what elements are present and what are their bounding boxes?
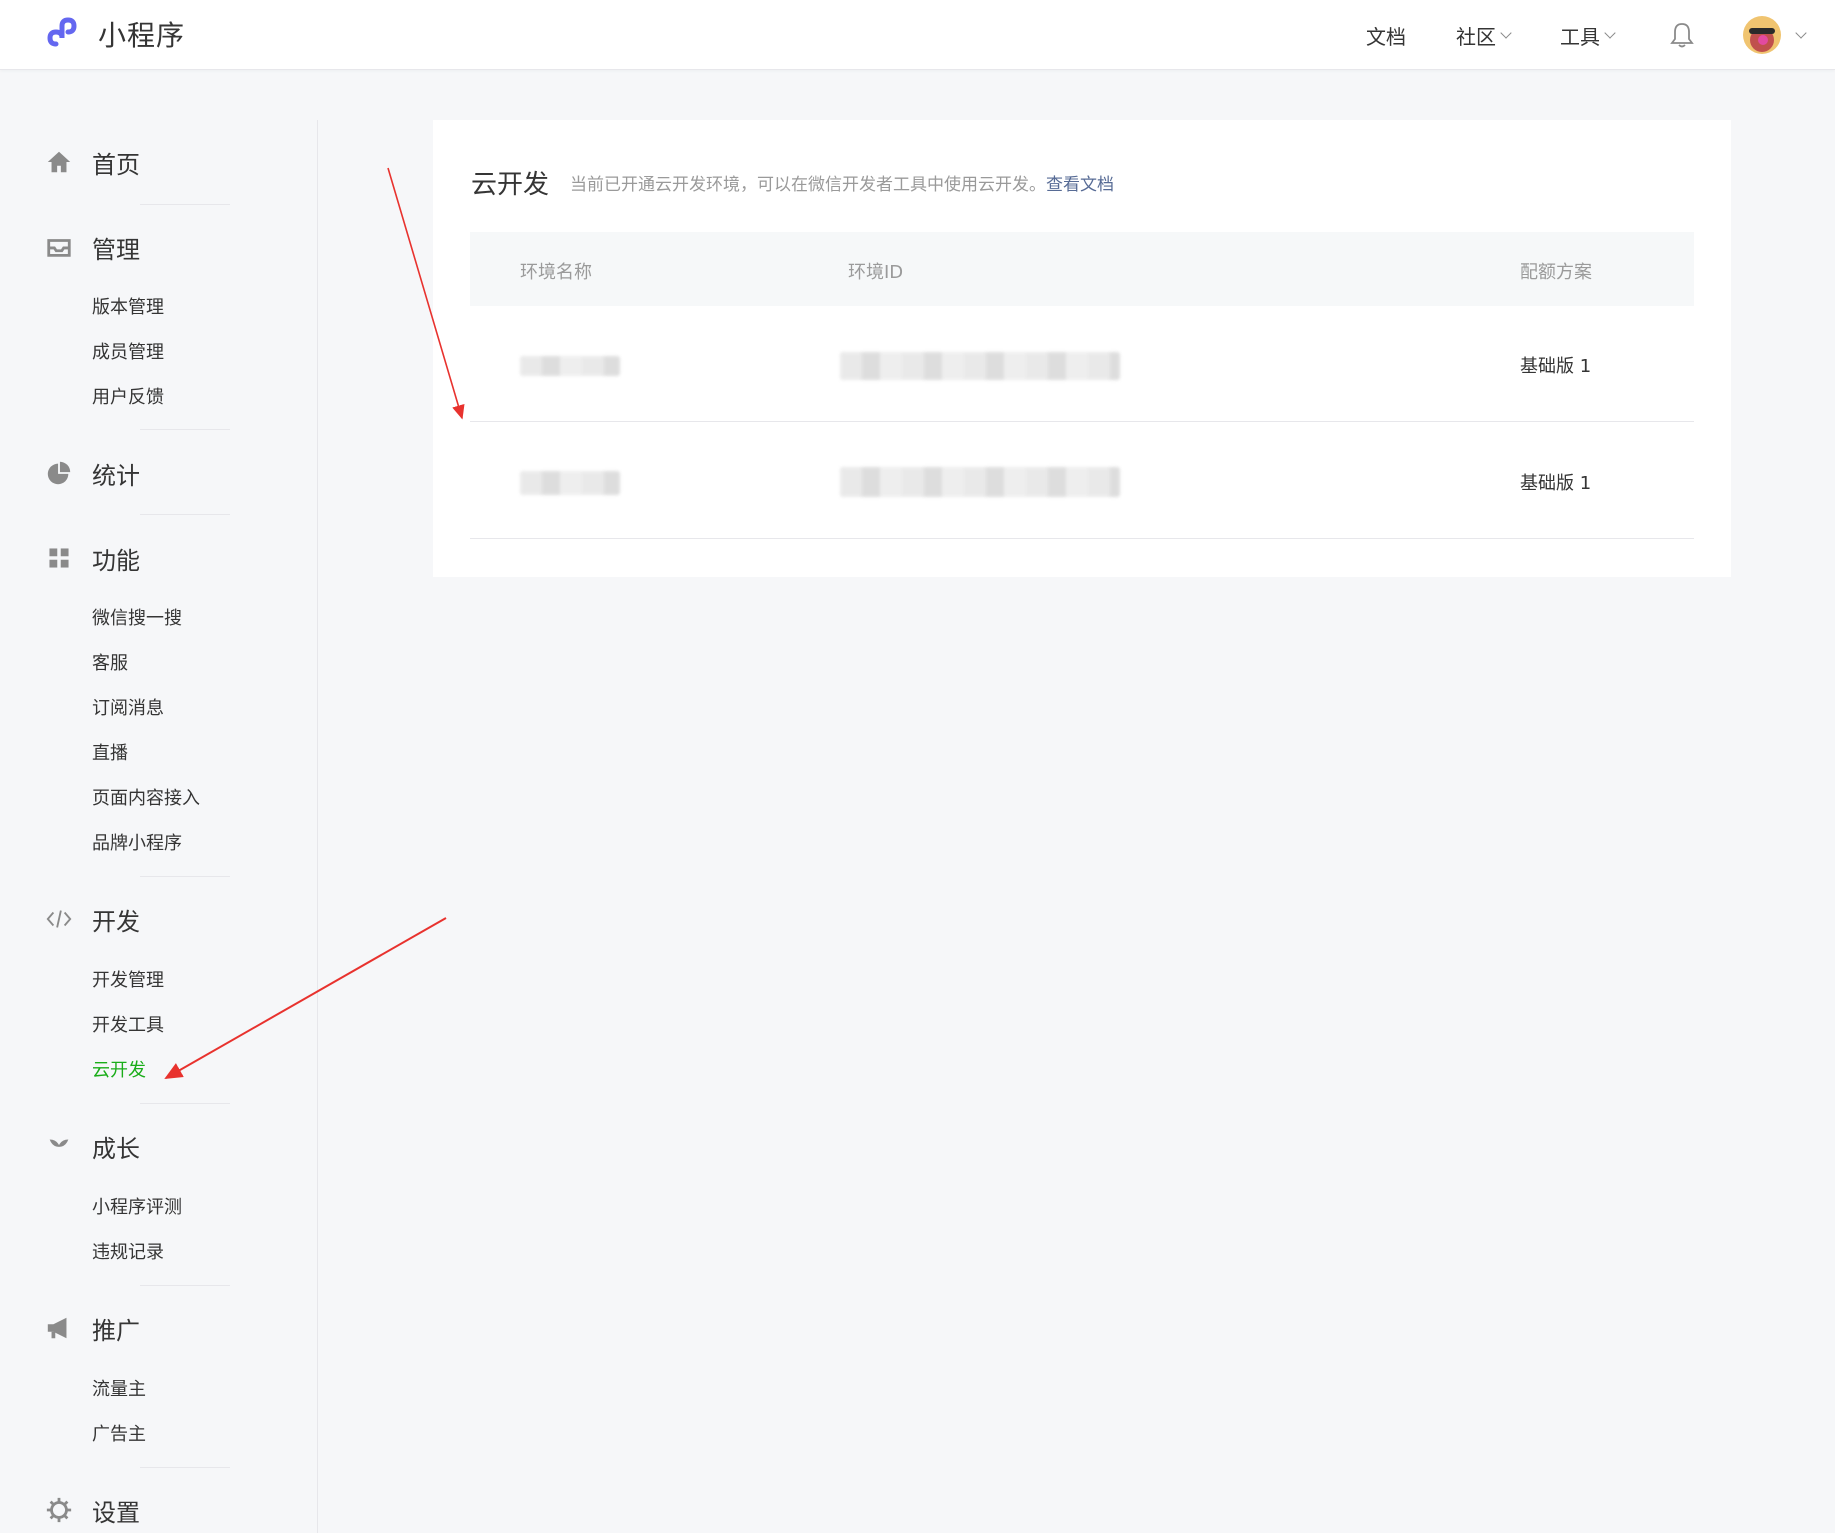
sidebar-item-subscribe-message[interactable]: 订阅消息 bbox=[92, 696, 164, 722]
sidebar-item-dev-tools[interactable]: 开发工具 bbox=[92, 1013, 164, 1039]
chevron-down-icon bbox=[1500, 26, 1512, 39]
sidebar: 首页 管理 版本管理 成员管理 用户反馈 统计 功能 微信搜一搜 客服 订阅消息… bbox=[0, 120, 318, 1533]
column-env-id: 环境ID bbox=[848, 262, 904, 283]
redacted-env-id bbox=[840, 467, 1120, 497]
redacted-env-name bbox=[520, 471, 620, 495]
sidebar-item-label: 功能 bbox=[92, 546, 140, 575]
table-header: 环境名称 环境ID 配额方案 bbox=[470, 232, 1694, 306]
divider bbox=[140, 429, 230, 430]
divider bbox=[140, 1285, 230, 1286]
sidebar-item-traffic-owner[interactable]: 流量主 bbox=[92, 1377, 146, 1403]
sidebar-item-home[interactable]: 首页 bbox=[44, 142, 140, 182]
miniprogram-logo-icon bbox=[47, 17, 77, 47]
sidebar-item-label: 统计 bbox=[92, 461, 140, 490]
bell-icon[interactable] bbox=[1669, 21, 1695, 49]
megaphone-icon bbox=[44, 1313, 74, 1343]
sidebar-item-label: 管理 bbox=[92, 235, 140, 264]
top-bar: 小程序 文档 社区 工具 bbox=[0, 0, 1835, 70]
inbox-icon bbox=[44, 232, 74, 262]
nav-community[interactable]: 社区 bbox=[1456, 21, 1512, 50]
sidebar-item-member-manage[interactable]: 成员管理 bbox=[92, 340, 164, 366]
top-nav: 文档 社区 工具 bbox=[1316, 0, 1807, 70]
pie-chart-icon bbox=[44, 458, 74, 488]
gear-icon bbox=[44, 1495, 74, 1525]
nav-docs[interactable]: 文档 bbox=[1366, 21, 1406, 50]
page-description: 当前已开通云开发环境，可以在微信开发者工具中使用云开发。查看文档 bbox=[570, 170, 1114, 195]
sidebar-item-evaluation[interactable]: 小程序评测 bbox=[92, 1195, 182, 1221]
divider bbox=[140, 1467, 230, 1468]
avatar-image-icon bbox=[1743, 16, 1781, 54]
sidebar-item-live[interactable]: 直播 bbox=[92, 741, 128, 767]
home-icon bbox=[44, 147, 74, 177]
sidebar-item-version-manage[interactable]: 版本管理 bbox=[92, 295, 164, 321]
sidebar-item-brand-miniprogram[interactable]: 品牌小程序 bbox=[92, 831, 182, 857]
sidebar-item-label: 开发 bbox=[92, 907, 140, 936]
sidebar-item-dev[interactable]: 开发 bbox=[44, 899, 140, 939]
column-quota-plan: 配额方案 bbox=[1520, 262, 1592, 283]
avatar-chevron-down-icon[interactable] bbox=[1795, 26, 1807, 39]
sidebar-item-features[interactable]: 功能 bbox=[44, 538, 140, 578]
divider bbox=[140, 204, 230, 205]
table-row[interactable]: 基础版 1 bbox=[470, 423, 1694, 539]
sidebar-item-manage[interactable]: 管理 bbox=[44, 227, 140, 267]
view-docs-link[interactable]: 查看文档 bbox=[1046, 175, 1114, 195]
divider bbox=[140, 1103, 230, 1104]
sidebar-item-cloud-dev[interactable]: 云开发 bbox=[92, 1058, 146, 1084]
sidebar-item-customer-service[interactable]: 客服 bbox=[92, 651, 128, 677]
quota-plan-value: 基础版 1 bbox=[1520, 356, 1592, 377]
grid-icon bbox=[44, 543, 74, 573]
description-text: 当前已开通云开发环境，可以在微信开发者工具中使用云开发。 bbox=[570, 175, 1046, 195]
sidebar-item-promo[interactable]: 推广 bbox=[44, 1308, 140, 1348]
quota-plan-value: 基础版 1 bbox=[1520, 473, 1592, 494]
chevron-down-icon bbox=[1604, 26, 1616, 39]
table-row[interactable]: 基础版 1 bbox=[470, 306, 1694, 422]
code-icon bbox=[44, 904, 74, 934]
page-title: 云开发 bbox=[471, 170, 550, 200]
divider bbox=[140, 876, 230, 877]
sidebar-item-settings[interactable]: 设置 bbox=[44, 1490, 140, 1530]
nav-tools[interactable]: 工具 bbox=[1560, 21, 1616, 50]
sidebar-item-dev-manage[interactable]: 开发管理 bbox=[92, 968, 164, 994]
sidebar-item-label: 推广 bbox=[92, 1316, 140, 1345]
sidebar-item-stats[interactable]: 统计 bbox=[44, 453, 140, 493]
divider bbox=[140, 514, 230, 515]
avatar[interactable] bbox=[1743, 16, 1781, 54]
brand-name: 小程序 bbox=[98, 19, 186, 52]
nav-tools-label: 工具 bbox=[1560, 24, 1600, 49]
nav-community-label: 社区 bbox=[1456, 24, 1496, 49]
sidebar-item-page-content[interactable]: 页面内容接入 bbox=[92, 786, 200, 812]
sprout-icon bbox=[44, 1131, 74, 1161]
cloud-dev-panel: 云开发 当前已开通云开发环境，可以在微信开发者工具中使用云开发。查看文档 环境名… bbox=[433, 120, 1731, 577]
sidebar-item-label: 首页 bbox=[92, 150, 140, 179]
column-env-name: 环境名称 bbox=[520, 262, 592, 283]
brand[interactable]: 小程序 bbox=[46, 14, 185, 54]
sidebar-item-label: 设置 bbox=[92, 1498, 140, 1527]
nav-docs-label: 文档 bbox=[1366, 24, 1406, 49]
sidebar-item-label: 成长 bbox=[92, 1134, 140, 1163]
sidebar-item-user-feedback[interactable]: 用户反馈 bbox=[92, 385, 164, 411]
sidebar-item-advertiser[interactable]: 广告主 bbox=[92, 1422, 146, 1448]
redacted-env-name bbox=[520, 356, 620, 376]
sidebar-item-growth[interactable]: 成长 bbox=[44, 1126, 140, 1166]
sidebar-item-wechat-search[interactable]: 微信搜一搜 bbox=[92, 606, 182, 632]
redacted-env-id bbox=[840, 352, 1120, 380]
sidebar-item-violation-record[interactable]: 违规记录 bbox=[92, 1240, 164, 1266]
